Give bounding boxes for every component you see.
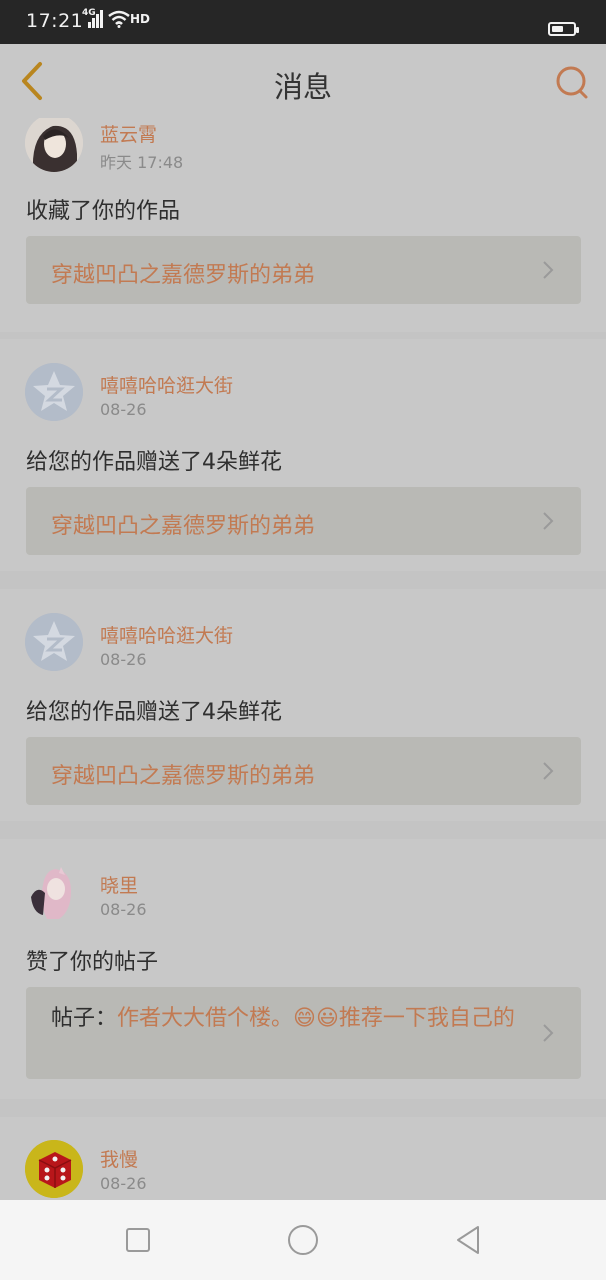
message-time: 08-26 <box>100 900 147 919</box>
recents-button[interactable] <box>120 1222 156 1258</box>
default-star-avatar[interactable] <box>25 613 83 671</box>
work-link[interactable]: 穿越凹凸之嘉德罗斯的弟弟 <box>26 236 581 304</box>
message-time: 08-26 <box>100 400 147 419</box>
message-card: 晓里 08-26 赞了你的帖子 帖子：作者大大借个楼。😄😃推荐一下我自己的 <box>0 839 606 1099</box>
work-link[interactable]: 穿越凹凸之嘉德罗斯的弟弟 <box>26 487 581 555</box>
signal-bars-icon: 4G <box>82 8 104 28</box>
anime-girl-avatar[interactable] <box>25 863 83 921</box>
post-text-block: 帖子：作者大大借个楼。😄😃推荐一下我自己的 <box>51 1005 535 1033</box>
message-username[interactable]: 晓里 <box>100 871 138 898</box>
status-time: 17:21 <box>26 10 84 32</box>
status-icons: 4G HD <box>82 8 151 28</box>
message-username[interactable]: 嘻嘻哈哈逛大街 <box>100 621 233 648</box>
message-username[interactable]: 我慢 <box>100 1145 138 1172</box>
message-action: 赞了你的帖子 <box>26 950 159 975</box>
post-prefix: 帖子： <box>51 1006 118 1031</box>
chevron-right-icon <box>543 261 554 279</box>
work-title: 穿越凹凸之嘉德罗斯的弟弟 <box>51 764 316 789</box>
message-action: 收藏了你的作品 <box>26 199 181 224</box>
system-back-button[interactable] <box>450 1222 486 1258</box>
message-list[interactable]: 蓝云霄 昨天 17:48 收藏了你的作品 穿越凹凸之嘉德罗斯的弟弟 嘻嘻哈哈逛大… <box>0 118 606 1200</box>
chevron-right-icon <box>543 1024 554 1042</box>
status-bar: 17:21 4G HD <box>0 0 606 44</box>
message-card: 蓝云霄 昨天 17:48 收藏了你的作品 穿越凹凸之嘉德罗斯的弟弟 <box>0 118 606 332</box>
portrait-avatar[interactable] <box>25 118 83 172</box>
message-card: 嘻嘻哈哈逛大街 08-26 给您的作品赠送了4朵鲜花 穿越凹凸之嘉德罗斯的弟弟 <box>0 339 606 571</box>
message-card: 我慢 08-26 <box>0 1117 606 1200</box>
default-star-avatar[interactable] <box>25 363 83 421</box>
search-icon <box>556 66 588 99</box>
post-link[interactable]: 帖子：作者大大借个楼。😄😃推荐一下我自己的 <box>26 987 581 1079</box>
square-recents-icon <box>126 1228 150 1252</box>
message-time: 08-26 <box>100 1174 147 1193</box>
triangle-back-icon <box>457 1226 479 1254</box>
wifi-icon <box>108 10 130 28</box>
app-header: 消息 <box>0 44 606 119</box>
search-button[interactable] <box>552 62 592 102</box>
work-title: 穿越凹凸之嘉德罗斯的弟弟 <box>51 263 316 288</box>
chevron-right-icon <box>543 512 554 530</box>
message-username[interactable]: 蓝云霄 <box>100 120 157 147</box>
circle-home-icon <box>288 1225 318 1255</box>
message-time: 08-26 <box>100 650 147 669</box>
work-link[interactable]: 穿越凹凸之嘉德罗斯的弟弟 <box>26 737 581 805</box>
message-username[interactable]: 嘻嘻哈哈逛大街 <box>100 371 233 398</box>
red-dice-avatar[interactable] <box>25 1140 83 1198</box>
system-nav-bar <box>0 1200 606 1280</box>
post-text: 作者大大借个楼。😄😃推荐一下我自己的 <box>117 1006 515 1031</box>
message-time: 昨天 17:48 <box>100 153 184 172</box>
page-title: 消息 <box>273 70 332 104</box>
message-action: 给您的作品赠送了4朵鲜花 <box>26 450 282 475</box>
message-action: 给您的作品赠送了4朵鲜花 <box>26 700 282 725</box>
chevron-right-icon <box>543 762 554 780</box>
home-button[interactable] <box>285 1222 321 1258</box>
work-title: 穿越凹凸之嘉德罗斯的弟弟 <box>51 514 316 539</box>
battery-icon <box>548 22 579 36</box>
message-card: 嘻嘻哈哈逛大街 08-26 给您的作品赠送了4朵鲜花 穿越凹凸之嘉德罗斯的弟弟 <box>0 589 606 821</box>
hd-label: HD <box>130 12 151 26</box>
battery-fill <box>552 26 563 32</box>
